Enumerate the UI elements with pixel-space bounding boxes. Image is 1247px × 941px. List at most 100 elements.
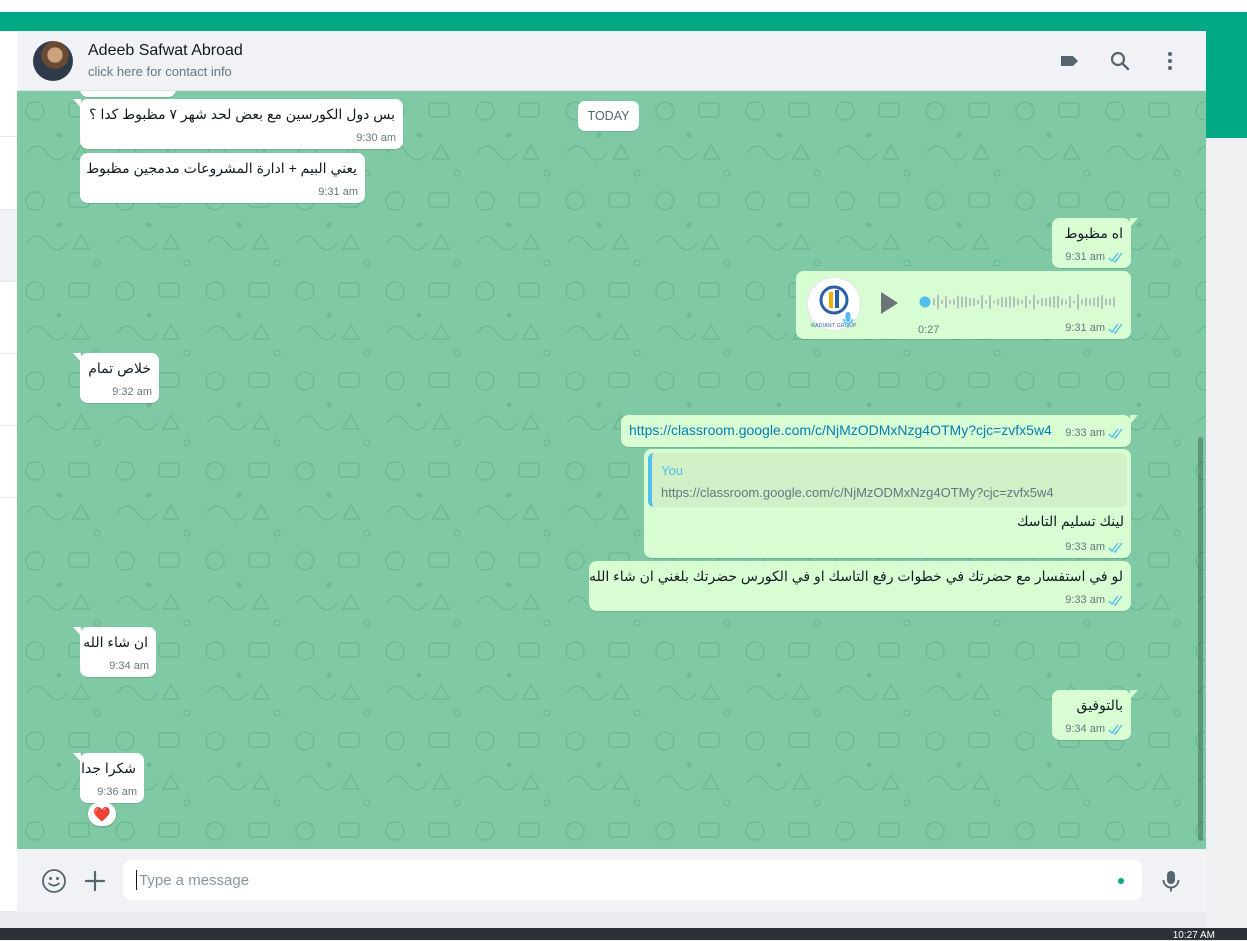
- waveform-bar: [1113, 297, 1115, 307]
- waveform-bar: [1085, 297, 1087, 307]
- input-indicator-dot: [1118, 878, 1124, 884]
- waveform-bar: [933, 298, 935, 306]
- label-icon[interactable]: [1058, 49, 1082, 73]
- read-ticks-icon: [1108, 252, 1123, 263]
- message-time: 9:32 am: [112, 386, 152, 398]
- waveform-bar: [993, 300, 995, 304]
- waveform-bar: [989, 295, 991, 309]
- waveform-bar: [1017, 298, 1019, 306]
- message-text: بالتوفيق: [1076, 697, 1123, 713]
- search-icon[interactable]: [1108, 49, 1132, 73]
- read-ticks-icon: [1108, 724, 1123, 735]
- heart-reaction[interactable]: ❤️: [88, 802, 116, 826]
- divider: [0, 209, 17, 210]
- waveform-bar: [1005, 297, 1007, 307]
- message-time: 9:30 am: [356, 132, 396, 144]
- read-ticks-icon: [1108, 542, 1123, 553]
- waveform-bar: [941, 300, 943, 304]
- waveform-bar: [977, 299, 979, 305]
- waveform-bar: [973, 298, 975, 306]
- message-time: 9:31 am: [1065, 322, 1105, 334]
- waveform-bar: [1069, 296, 1071, 308]
- quoted-sender: You: [661, 463, 683, 478]
- waveform-bar: [1025, 295, 1027, 309]
- taskbar-clock: 10:27 AM: [1172, 930, 1215, 941]
- message-bubble-incoming[interactable]: شكرا جدا 9:36 am: [73, 753, 144, 803]
- waveform-bar: [1105, 298, 1107, 306]
- waveform-bar: [1109, 298, 1111, 306]
- message-bubble-outgoing[interactable]: اه مظبوط 9:31 am: [1052, 218, 1138, 268]
- waveform-bar: [957, 295, 959, 309]
- chat-header[interactable]: Adeeb Safwat Abroad click here for conta…: [17, 31, 1206, 91]
- divider: [0, 136, 17, 137]
- voice-message-bubble[interactable]: RADIANT GROUP 0:27 9:31 am: [796, 271, 1131, 339]
- attach-plus-icon[interactable]: [82, 868, 108, 894]
- app-brand-band: [0, 12, 1247, 31]
- waveform-bar: [1077, 294, 1079, 310]
- play-icon[interactable]: [878, 290, 900, 316]
- message-text: خلاص تمام: [88, 360, 151, 376]
- message-bubble-outgoing-reply[interactable]: You https://classroom.google.com/c/NjMzO…: [644, 449, 1131, 558]
- waveform-bar: [1013, 296, 1015, 308]
- contact-name[interactable]: Adeeb Safwat Abroad: [88, 42, 243, 60]
- message-time: 9:33 am: [1065, 594, 1105, 606]
- waveform-bar: [961, 296, 963, 308]
- microphone-icon[interactable]: [1158, 868, 1184, 894]
- contact-avatar[interactable]: [33, 41, 73, 81]
- voice-waveform[interactable]: [919, 291, 1115, 313]
- waveform-bar: [1089, 298, 1091, 306]
- message-bubble-outgoing-link[interactable]: https://classroom.google.com/c/NjMzODMxN…: [621, 415, 1138, 447]
- message-bubble-incoming[interactable]: يعني البيم + ادارة المشروعات مدمجين مظبو…: [80, 153, 365, 203]
- message-time: 9:31 am: [1065, 251, 1105, 263]
- message-bubble-outgoing[interactable]: لو في استفسار مع حضرتك في خطوات رفع التا…: [589, 561, 1131, 611]
- waveform-bar: [997, 298, 999, 306]
- voice-duration: 0:27: [918, 324, 940, 336]
- waveform-bar: [1101, 295, 1103, 309]
- waveform-bar: [1037, 299, 1039, 305]
- message-time: 9:36 am: [97, 786, 137, 798]
- message-text: لو في استفسار مع حضرتك في خطوات رفع التا…: [588, 568, 1123, 584]
- message-list[interactable]: TODAY بس دول الكورسين مع بعض لحد شهر ٧ م…: [17, 91, 1206, 849]
- message-bubble-partial[interactable]: [80, 91, 176, 97]
- waveform-bar: [1073, 300, 1075, 304]
- message-text: اه مظبوط: [1064, 225, 1123, 241]
- waveform-bar: [965, 296, 967, 308]
- classroom-link[interactable]: https://classroom.google.com/c/NjMzODMxN…: [629, 421, 1123, 440]
- message-text: ان شاء الله: [83, 634, 148, 650]
- quoted-message[interactable]: You https://classroom.google.com/c/NjMzO…: [648, 453, 1127, 507]
- waveform-bar: [1045, 297, 1047, 307]
- waveform-bar: [949, 300, 951, 304]
- waveform-bar: [1057, 295, 1059, 309]
- message-input[interactable]: [123, 860, 1142, 900]
- waveform-bar: [1065, 299, 1067, 305]
- microphone-icon: [842, 312, 854, 328]
- text-caret: [136, 870, 137, 890]
- message-bubble-outgoing[interactable]: بالتوفيق 9:34 am: [1052, 690, 1138, 740]
- date-divider: TODAY: [578, 101, 639, 131]
- message-text: بس دول الكورسين مع بعض لحد شهر ٧ مظبوط ك…: [89, 106, 395, 122]
- waveform-bar: [1049, 297, 1051, 307]
- chat-window: Adeeb Safwat Abroad click here for conta…: [17, 31, 1206, 912]
- selected-chat-row-edge[interactable]: [0, 209, 17, 281]
- chat-scrollbar[interactable]: [1198, 437, 1203, 841]
- waveform-bar: [937, 294, 939, 310]
- contact-info-hint[interactable]: click here for contact info: [88, 64, 232, 79]
- browser-top-edge: [0, 0, 1247, 12]
- menu-icon[interactable]: [1158, 49, 1182, 73]
- message-bubble-incoming[interactable]: بس دول الكورسين مع بعض لحد شهر ٧ مظبوط ك…: [73, 99, 403, 149]
- message-time: 9:34 am: [1065, 723, 1105, 735]
- message-bubble-incoming[interactable]: خلاص تمام 9:32 am: [73, 353, 159, 403]
- read-ticks-icon: [1108, 595, 1123, 606]
- emoji-icon[interactable]: [41, 868, 67, 894]
- message-bubble-incoming[interactable]: ان شاء الله 9:34 am: [73, 627, 156, 677]
- waveform-bar: [1021, 300, 1023, 304]
- composer-bar: [17, 849, 1206, 912]
- waveform-bar: [1041, 298, 1043, 306]
- message-time: 9:31 am: [318, 186, 358, 198]
- waveform-bar: [969, 297, 971, 307]
- divider: [0, 281, 17, 282]
- quoted-text: https://classroom.google.com/c/NjMzODMxN…: [661, 485, 1054, 500]
- message-text: يعني البيم + ادارة المشروعات مدمجين مظبو…: [86, 160, 357, 176]
- waveform-bar: [1093, 297, 1095, 307]
- chat-list-panel-edge[interactable]: [0, 31, 18, 911]
